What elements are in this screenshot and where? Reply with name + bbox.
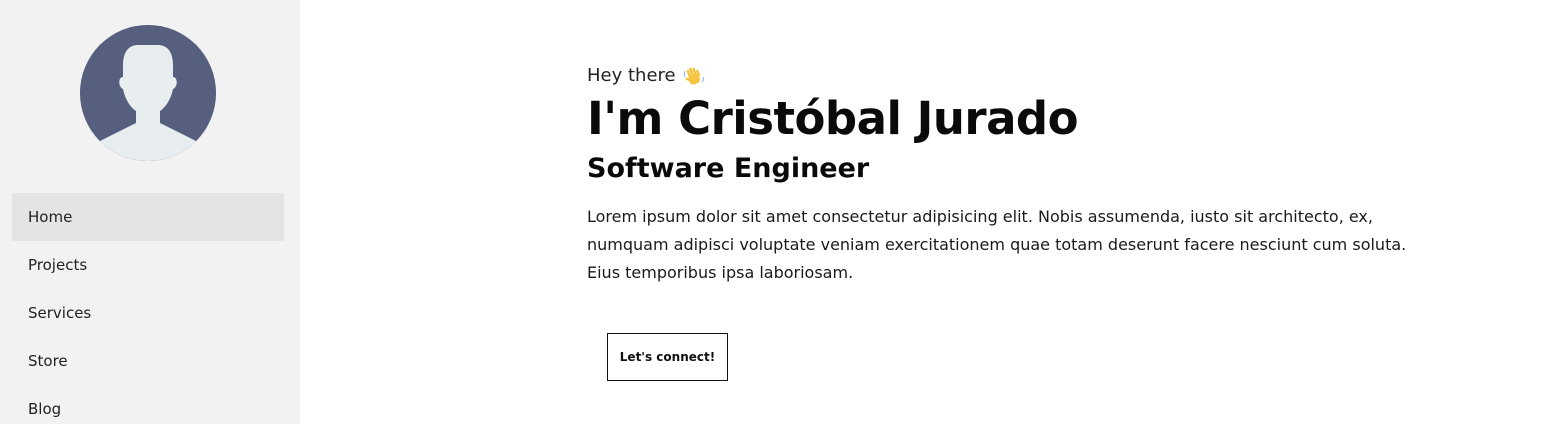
hero-section: Hey there I'm Cristóbal Jurado Software … [587, 62, 1447, 381]
greeting-text: Hey there [587, 65, 676, 86]
sidebar-item-home[interactable]: Home [12, 193, 284, 241]
sidebar-item-blog[interactable]: Blog [12, 385, 284, 424]
person-silhouette-icon [80, 25, 216, 161]
waving-hand-icon [683, 65, 705, 87]
sidebar: Home Projects Services Store Blog [0, 0, 300, 424]
page: Home Projects Services Store Blog Hey th… [0, 0, 1555, 424]
bio-paragraph: Lorem ipsum dolor sit amet consectetur a… [587, 207, 1407, 282]
page-title: I'm Cristóbal Jurado [587, 92, 1079, 145]
sidebar-nav: Home Projects Services Store Blog [12, 193, 284, 424]
avatar [80, 25, 216, 161]
sidebar-item-projects[interactable]: Projects [12, 241, 284, 289]
page-subtitle: Software Engineer [587, 153, 870, 184]
greeting: Hey there [587, 62, 1447, 90]
sidebar-item-store[interactable]: Store [12, 337, 284, 385]
connect-button[interactable]: Let's connect! [607, 333, 728, 381]
sidebar-item-services[interactable]: Services [12, 289, 284, 337]
